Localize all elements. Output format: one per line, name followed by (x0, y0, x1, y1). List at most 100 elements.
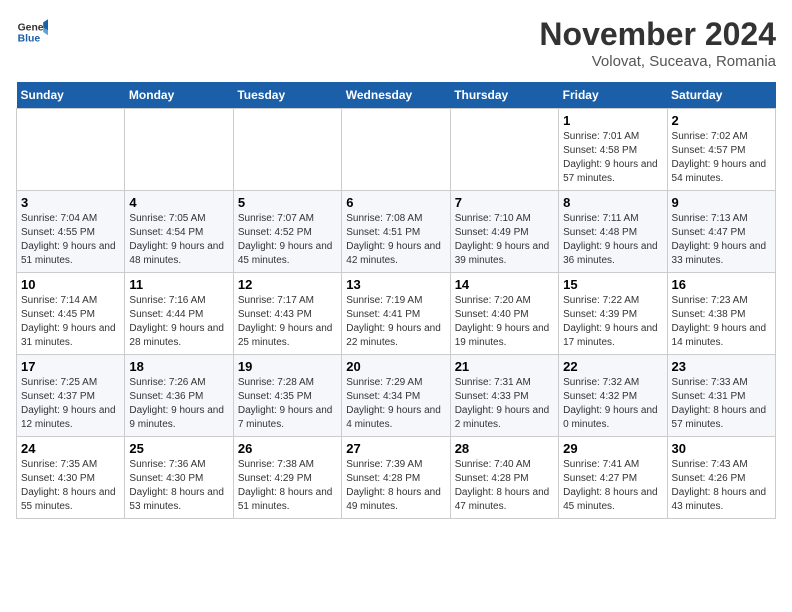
day-info: Sunrise: 7:40 AM Sunset: 4:28 PM Dayligh… (455, 458, 554, 514)
calendar-cell: 17 Sunrise: 7:25 AM Sunset: 4:37 PM Dayli… (17, 355, 125, 437)
day-info: Sunrise: 7:41 AM Sunset: 4:27 PM Dayligh… (563, 458, 662, 514)
day-number: 12 (238, 277, 337, 292)
day-info: Sunrise: 7:11 AM Sunset: 4:48 PM Dayligh… (563, 212, 662, 268)
day-number: 11 (129, 277, 228, 292)
calendar-cell: 2 Sunrise: 7:02 AM Sunset: 4:57 PM Daylig… (667, 109, 775, 191)
day-number: 8 (563, 195, 662, 210)
logo: General Blue General Blue (16, 16, 48, 48)
day-number: 16 (672, 277, 771, 292)
day-info: Sunrise: 7:13 AM Sunset: 4:47 PM Dayligh… (672, 212, 771, 268)
day-info: Sunrise: 7:43 AM Sunset: 4:26 PM Dayligh… (672, 458, 771, 514)
calendar-cell: 7 Sunrise: 7:10 AM Sunset: 4:49 PM Daylig… (450, 191, 558, 273)
day-info: Sunrise: 7:23 AM Sunset: 4:38 PM Dayligh… (672, 294, 771, 350)
day-number: 20 (346, 359, 445, 374)
day-info: Sunrise: 7:05 AM Sunset: 4:54 PM Dayligh… (129, 212, 228, 268)
weekday-header-wednesday: Wednesday (342, 82, 450, 109)
day-number: 28 (455, 441, 554, 456)
calendar-cell: 8 Sunrise: 7:11 AM Sunset: 4:48 PM Daylig… (559, 191, 667, 273)
day-info: Sunrise: 7:35 AM Sunset: 4:30 PM Dayligh… (21, 458, 120, 514)
calendar-cell: 14 Sunrise: 7:20 AM Sunset: 4:40 PM Dayli… (450, 273, 558, 355)
day-number: 3 (21, 195, 120, 210)
day-number: 2 (672, 113, 771, 128)
month-title: November 2024 (539, 16, 776, 53)
logo-icon: General Blue (16, 16, 48, 48)
calendar-week-3: 10 Sunrise: 7:14 AM Sunset: 4:45 PM Dayli… (17, 273, 776, 355)
day-number: 1 (563, 113, 662, 128)
calendar-cell: 5 Sunrise: 7:07 AM Sunset: 4:52 PM Daylig… (233, 191, 341, 273)
calendar-cell: 25 Sunrise: 7:36 AM Sunset: 4:30 PM Dayli… (125, 437, 233, 519)
day-number: 18 (129, 359, 228, 374)
calendar-cell: 15 Sunrise: 7:22 AM Sunset: 4:39 PM Dayli… (559, 273, 667, 355)
calendar-cell: 6 Sunrise: 7:08 AM Sunset: 4:51 PM Daylig… (342, 191, 450, 273)
location-subtitle: Volovat, Suceava, Romania (539, 53, 776, 70)
day-info: Sunrise: 7:33 AM Sunset: 4:31 PM Dayligh… (672, 376, 771, 432)
calendar-cell: 28 Sunrise: 7:40 AM Sunset: 4:28 PM Dayli… (450, 437, 558, 519)
day-number: 7 (455, 195, 554, 210)
day-info: Sunrise: 7:04 AM Sunset: 4:55 PM Dayligh… (21, 212, 120, 268)
day-info: Sunrise: 7:28 AM Sunset: 4:35 PM Dayligh… (238, 376, 337, 432)
calendar-cell: 19 Sunrise: 7:28 AM Sunset: 4:35 PM Dayli… (233, 355, 341, 437)
weekday-header-sunday: Sunday (17, 82, 125, 109)
weekday-header-tuesday: Tuesday (233, 82, 341, 109)
calendar-cell: 1Sunrise: 7:01 AM Sunset: 4:58 PM Daylig… (559, 109, 667, 191)
day-info: Sunrise: 7:10 AM Sunset: 4:49 PM Dayligh… (455, 212, 554, 268)
day-info: Sunrise: 7:22 AM Sunset: 4:39 PM Dayligh… (563, 294, 662, 350)
calendar-cell: 12Sunrise: 7:17 AM Sunset: 4:43 PM Dayli… (233, 273, 341, 355)
day-info: Sunrise: 7:32 AM Sunset: 4:32 PM Dayligh… (563, 376, 662, 432)
calendar-cell (342, 109, 450, 191)
day-number: 14 (455, 277, 554, 292)
calendar-cell: 27 Sunrise: 7:39 AM Sunset: 4:28 PM Dayli… (342, 437, 450, 519)
weekday-header-monday: Monday (125, 82, 233, 109)
page-header: General Blue General Blue November 2024 … (16, 16, 776, 70)
calendar-cell: 18Sunrise: 7:26 AM Sunset: 4:36 PM Dayli… (125, 355, 233, 437)
day-number: 10 (21, 277, 120, 292)
day-number: 5 (238, 195, 337, 210)
day-number: 23 (672, 359, 771, 374)
calendar-week-2: 3 Sunrise: 7:04 AM Sunset: 4:55 PM Daylig… (17, 191, 776, 273)
day-info: Sunrise: 7:02 AM Sunset: 4:57 PM Dayligh… (672, 130, 771, 186)
calendar-cell (233, 109, 341, 191)
day-info: Sunrise: 7:19 AM Sunset: 4:41 PM Dayligh… (346, 294, 445, 350)
day-number: 4 (129, 195, 228, 210)
day-number: 25 (129, 441, 228, 456)
day-info: Sunrise: 7:29 AM Sunset: 4:34 PM Dayligh… (346, 376, 445, 432)
calendar-cell: 30Sunrise: 7:43 AM Sunset: 4:26 PM Dayli… (667, 437, 775, 519)
day-number: 17 (21, 359, 120, 374)
day-info: Sunrise: 7:20 AM Sunset: 4:40 PM Dayligh… (455, 294, 554, 350)
day-info: Sunrise: 7:08 AM Sunset: 4:51 PM Dayligh… (346, 212, 445, 268)
day-number: 6 (346, 195, 445, 210)
day-number: 26 (238, 441, 337, 456)
calendar-cell: 20 Sunrise: 7:29 AM Sunset: 4:34 PM Dayli… (342, 355, 450, 437)
svg-text:Blue: Blue (18, 34, 41, 45)
day-number: 27 (346, 441, 445, 456)
day-info: Sunrise: 7:39 AM Sunset: 4:28 PM Dayligh… (346, 458, 445, 514)
calendar-cell: 26 Sunrise: 7:38 AM Sunset: 4:29 PM Dayli… (233, 437, 341, 519)
calendar-cell: 22 Sunrise: 7:32 AM Sunset: 4:32 PM Dayli… (559, 355, 667, 437)
day-number: 24 (21, 441, 120, 456)
day-number: 29 (563, 441, 662, 456)
calendar-cell (17, 109, 125, 191)
day-info: Sunrise: 7:25 AM Sunset: 4:37 PM Dayligh… (21, 376, 120, 432)
calendar-cell: 11 Sunrise: 7:16 AM Sunset: 4:44 PM Dayli… (125, 273, 233, 355)
day-info: Sunrise: 7:36 AM Sunset: 4:30 PM Dayligh… (129, 458, 228, 514)
weekday-header-saturday: Saturday (667, 82, 775, 109)
day-info: Sunrise: 7:31 AM Sunset: 4:33 PM Dayligh… (455, 376, 554, 432)
calendar-cell: 9Sunrise: 7:13 AM Sunset: 4:47 PM Daylig… (667, 191, 775, 273)
calendar-week-4: 17 Sunrise: 7:25 AM Sunset: 4:37 PM Dayli… (17, 355, 776, 437)
day-number: 15 (563, 277, 662, 292)
calendar-cell: 10 Sunrise: 7:14 AM Sunset: 4:45 PM Dayli… (17, 273, 125, 355)
day-info: Sunrise: 7:14 AM Sunset: 4:45 PM Dayligh… (21, 294, 120, 350)
day-number: 13 (346, 277, 445, 292)
calendar-cell: 21 Sunrise: 7:31 AM Sunset: 4:33 PM Dayli… (450, 355, 558, 437)
calendar-cell: 23 Sunrise: 7:33 AM Sunset: 4:31 PM Dayli… (667, 355, 775, 437)
calendar-week-1: 1Sunrise: 7:01 AM Sunset: 4:58 PM Daylig… (17, 109, 776, 191)
day-number: 22 (563, 359, 662, 374)
calendar-table: SundayMondayTuesdayWednesdayThursdayFrid… (16, 82, 776, 519)
calendar-week-5: 24 Sunrise: 7:35 AM Sunset: 4:30 PM Dayli… (17, 437, 776, 519)
day-number: 19 (238, 359, 337, 374)
calendar-cell: 29 Sunrise: 7:41 AM Sunset: 4:27 PM Dayli… (559, 437, 667, 519)
day-info: Sunrise: 7:16 AM Sunset: 4:44 PM Dayligh… (129, 294, 228, 350)
day-number: 21 (455, 359, 554, 374)
day-info: Sunrise: 7:38 AM Sunset: 4:29 PM Dayligh… (238, 458, 337, 514)
day-info: Sunrise: 7:07 AM Sunset: 4:52 PM Dayligh… (238, 212, 337, 268)
